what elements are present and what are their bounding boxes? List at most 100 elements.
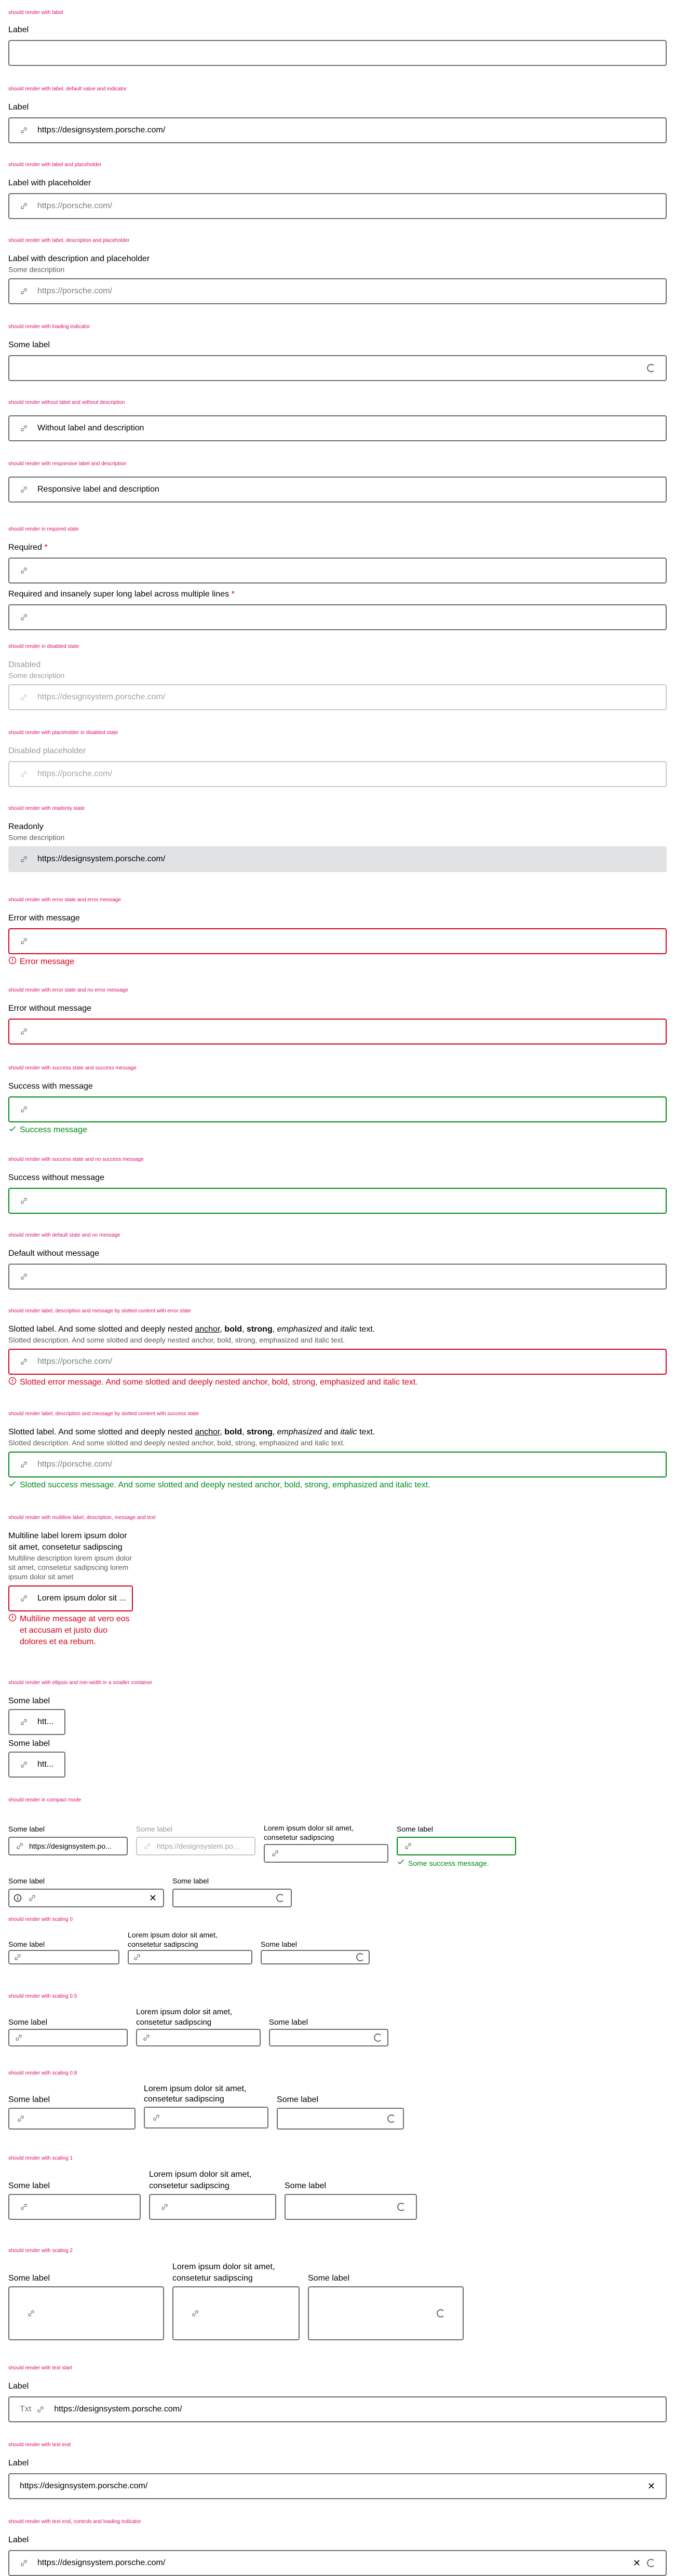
input-placeholder: https://porsche.com/ bbox=[37, 769, 113, 778]
input-label: Default without message bbox=[8, 1249, 100, 1258]
url-input[interactable] bbox=[8, 1950, 119, 1964]
link-icon bbox=[20, 937, 28, 945]
url-input[interactable]: https://porsche.com/ bbox=[8, 193, 667, 219]
input-label: Required and insanely super long label a… bbox=[8, 590, 235, 599]
link-icon bbox=[404, 1842, 412, 1850]
link-icon bbox=[20, 126, 28, 134]
clear-icon[interactable]: ✕ bbox=[647, 2482, 655, 2491]
url-input[interactable] bbox=[269, 2029, 388, 2046]
input-label: Lorem ipsum dolor sit amet, consetetur s… bbox=[172, 2262, 275, 2283]
url-input[interactable] bbox=[261, 1950, 370, 1964]
url-input[interactable]: https://porsche.com/ bbox=[8, 278, 667, 304]
section-scaling-0: should render with scaling 0 Some label … bbox=[8, 1917, 667, 1964]
link-icon bbox=[20, 1718, 28, 1726]
section-heading: should render with scaling 0.5 bbox=[8, 1994, 77, 1999]
url-input[interactable] bbox=[144, 2107, 268, 2128]
url-input[interactable]: Responsive label and description bbox=[8, 477, 667, 503]
url-input[interactable]: https://designsystem.porsche.com/ ✕ bbox=[8, 2550, 667, 2576]
section-heading: should render with placeholder in disabl… bbox=[8, 730, 118, 736]
section-heading: should render in required state bbox=[8, 526, 79, 532]
url-input[interactable] bbox=[8, 1188, 667, 1214]
url-input[interactable]: htt... bbox=[8, 1752, 65, 1778]
input-label: Label with description and placeholder bbox=[8, 254, 150, 263]
clear-icon[interactable]: ✕ bbox=[633, 2558, 641, 2568]
url-input[interactable] bbox=[308, 2286, 464, 2340]
url-input[interactable]: https://designsystem.porsche.com/ ✕ bbox=[8, 2473, 667, 2499]
url-input[interactable]: htt... bbox=[8, 1709, 65, 1735]
section-heading: should render with default state and no … bbox=[8, 1232, 120, 1238]
url-input[interactable]: Lorem ipsum dolor sit ... bbox=[8, 1585, 133, 1611]
url-input[interactable] bbox=[136, 2029, 261, 2046]
link-icon bbox=[28, 1894, 36, 1902]
section-heading: should render with responsive label and … bbox=[8, 461, 127, 467]
url-input[interactable]: https://designsystem.po... bbox=[8, 1837, 128, 1855]
url-input[interactable] bbox=[8, 928, 667, 954]
input-label: Some label bbox=[397, 1825, 434, 1833]
section-heading: should render label, description and mes… bbox=[8, 1411, 199, 1417]
section-scaling-1: should render with scaling 1 Some label … bbox=[8, 2155, 667, 2220]
section-heading: should render with label, default value … bbox=[8, 86, 127, 92]
section-text-end: should render with text end Label https:… bbox=[8, 2442, 667, 2499]
url-input[interactable] bbox=[8, 2029, 128, 2046]
url-input[interactable]: https://porsche.com/ bbox=[8, 1349, 667, 1375]
input-label: Some label bbox=[8, 1697, 50, 1705]
section-heading: should render with text start bbox=[8, 2365, 72, 2371]
url-input[interactable] bbox=[8, 2108, 136, 2130]
input-label: Multiline label lorem ipsum dolor sit am… bbox=[8, 1531, 127, 1552]
link-icon bbox=[20, 1760, 28, 1769]
url-input[interactable] bbox=[8, 1019, 667, 1045]
success-message: Some success message. bbox=[397, 1858, 516, 1869]
clear-icon[interactable]: ✕ bbox=[149, 1893, 157, 1903]
input-label: Lorem ipsum dolor sit amet, consetetur s… bbox=[136, 2008, 233, 2027]
input-label: Some label bbox=[8, 2018, 48, 2027]
input-description: Slotted description. And some slotted an… bbox=[8, 1336, 345, 1344]
section-heading: should render with readonly state bbox=[8, 806, 85, 811]
input-label: Some label bbox=[8, 1825, 45, 1833]
input-label: Disabled bbox=[8, 660, 41, 669]
link-icon bbox=[20, 287, 28, 295]
link-icon bbox=[20, 424, 28, 432]
input-value: https://designsystem.porsche.com/ bbox=[54, 2405, 182, 2414]
url-input[interactable]: Without label and description bbox=[8, 415, 667, 441]
slotted-anchor[interactable]: anchor bbox=[195, 1428, 220, 1436]
error-message: Slotted error message. And some slotted … bbox=[8, 1377, 667, 1388]
section-label: should render with label Label bbox=[8, 10, 667, 66]
url-input[interactable] bbox=[172, 1889, 292, 1907]
section-compact: should render in compact mode Some label… bbox=[8, 1797, 667, 1907]
checkmark-icon bbox=[8, 1124, 17, 1133]
url-input[interactable]: https://designsystem.porsche.com/ bbox=[8, 117, 667, 143]
input-label: Some label bbox=[8, 341, 50, 349]
url-input[interactable] bbox=[277, 2108, 404, 2130]
url-input[interactable]: ✕ bbox=[8, 1889, 164, 1907]
url-input[interactable] bbox=[8, 2286, 164, 2340]
slotted-anchor[interactable]: anchor bbox=[195, 1325, 220, 1334]
url-input[interactable] bbox=[8, 40, 667, 66]
input-placeholder: https://porsche.com/ bbox=[37, 201, 113, 210]
url-input[interactable] bbox=[8, 1096, 667, 1122]
url-input[interactable] bbox=[8, 1264, 667, 1290]
input-label: Some label bbox=[308, 2274, 350, 2283]
section-heading: should render with scaling 1 bbox=[8, 2155, 73, 2161]
url-input[interactable] bbox=[285, 2194, 417, 2220]
section-heading: should render with multiline label, desc… bbox=[8, 1515, 156, 1521]
error-message: Multiline message at vero eos et accusam… bbox=[8, 1614, 133, 1648]
url-input[interactable] bbox=[149, 2194, 276, 2220]
section-heading: should render with text end bbox=[8, 2442, 71, 2448]
url-input[interactable] bbox=[172, 2286, 300, 2340]
section-heading: should render with label and placeholder bbox=[8, 162, 102, 168]
url-input[interactable] bbox=[397, 1837, 516, 1855]
url-input[interactable]: https://porsche.com/ bbox=[8, 1452, 667, 1477]
link-icon bbox=[20, 1272, 28, 1281]
url-input[interactable] bbox=[8, 2194, 141, 2220]
text-start: Txt bbox=[20, 2405, 32, 2414]
url-input[interactable] bbox=[8, 558, 667, 584]
url-input[interactable] bbox=[8, 604, 667, 630]
url-input[interactable] bbox=[264, 1844, 388, 1863]
section-heading: should render label, description and mes… bbox=[8, 1308, 191, 1314]
loading-spinner-icon bbox=[647, 2559, 655, 2567]
link-icon bbox=[15, 2033, 23, 2042]
url-input[interactable] bbox=[8, 355, 667, 381]
link-icon bbox=[36, 2405, 45, 2414]
url-input[interactable]: Txt https://designsystem.porsche.com/ bbox=[8, 2396, 667, 2422]
url-input[interactable] bbox=[128, 1950, 252, 1964]
